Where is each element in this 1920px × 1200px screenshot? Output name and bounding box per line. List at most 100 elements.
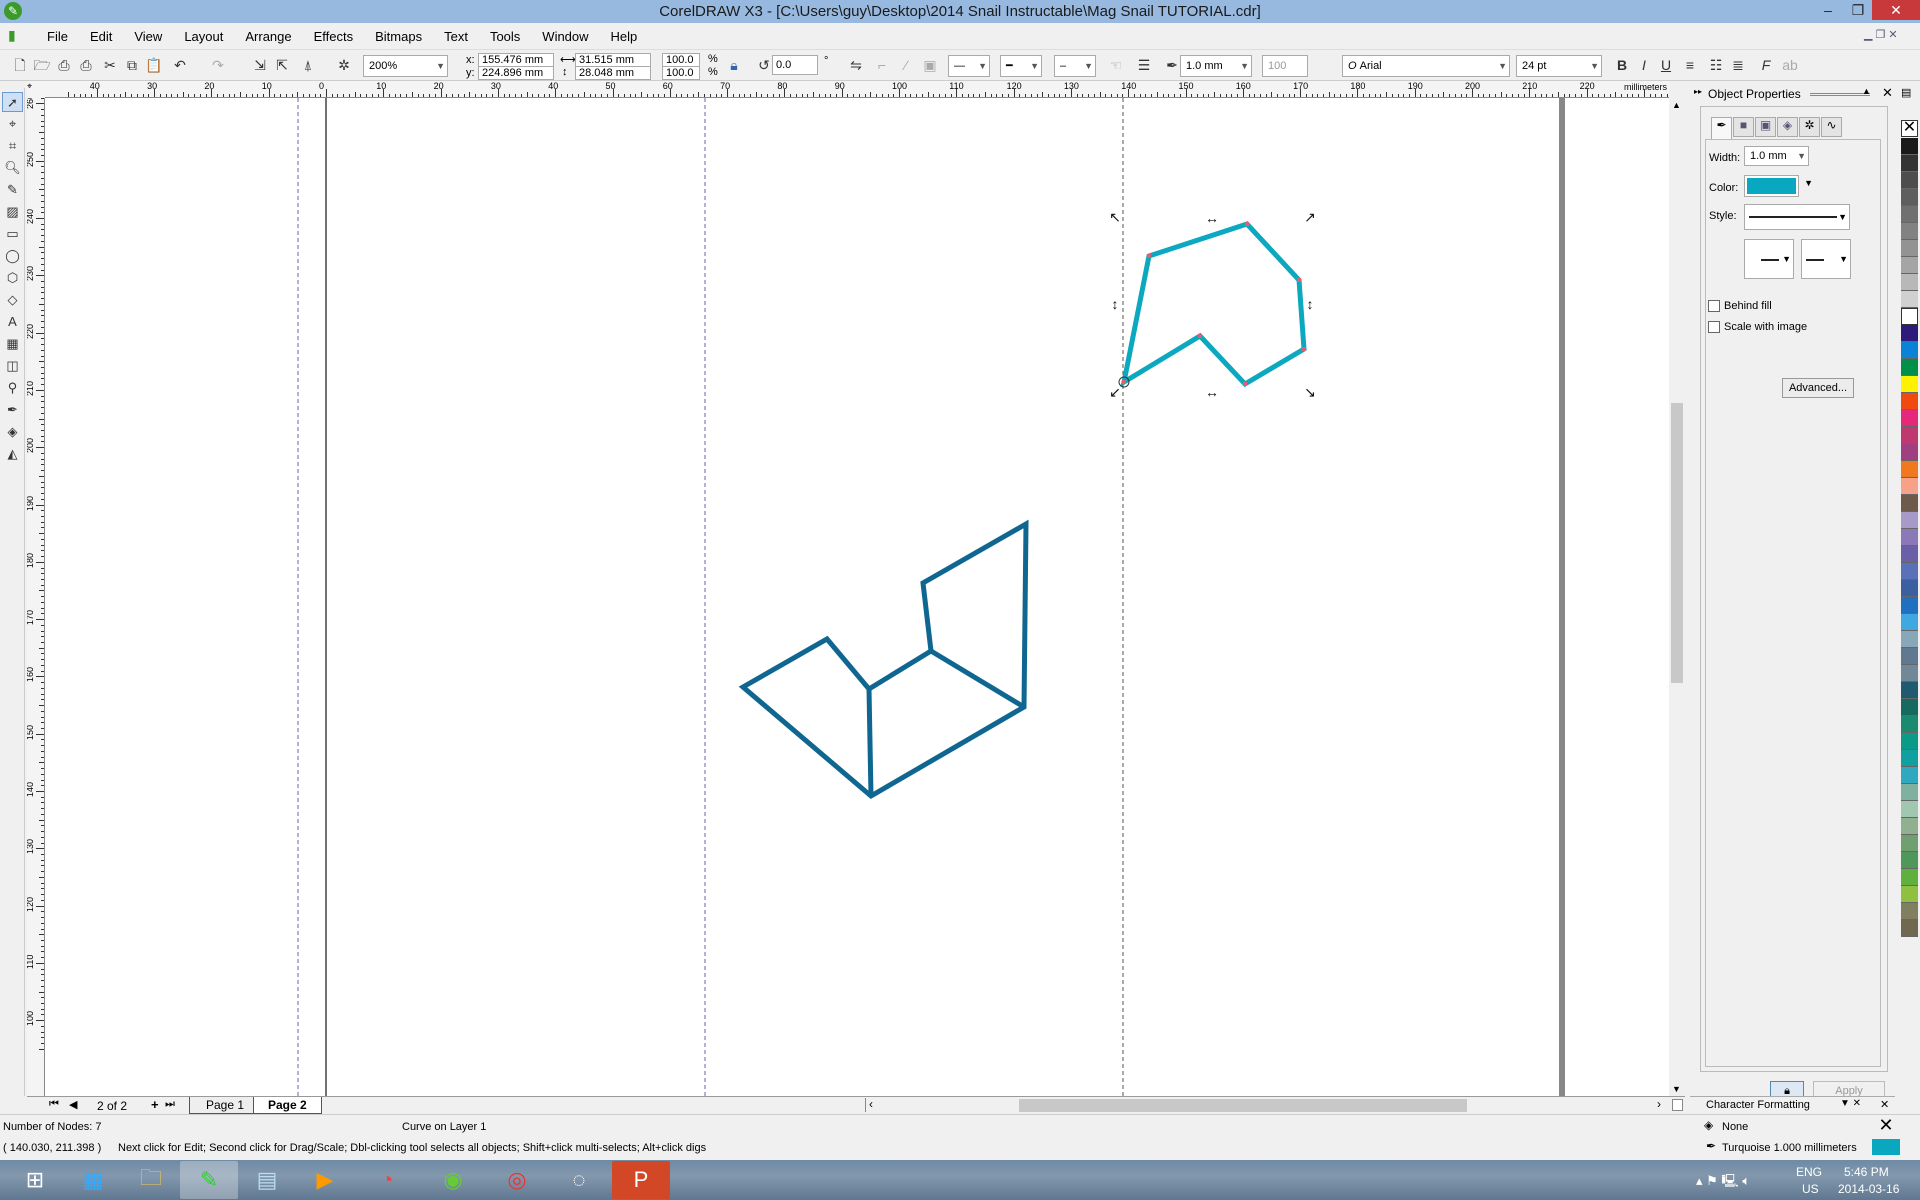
color-swatch[interactable] [1901,410,1918,427]
lock-ratio-icon[interactable]: 🔒︎ [724,55,744,75]
color-swatch[interactable] [1901,206,1918,223]
app-icon[interactable]: ◌ [550,1161,608,1199]
end-arrow-dropdown[interactable]: ▼ [1801,239,1851,279]
rectangle-tool-icon[interactable]: ▭ [2,224,23,244]
underline-button[interactable]: U [1656,55,1676,75]
doc-window-controls[interactable]: ▁ ❐ ✕ [1864,28,1898,41]
freehand-tool-icon[interactable]: ✎ [2,180,23,200]
menu-arrange[interactable]: Arrange [234,29,302,44]
color-swatch[interactable] [1901,495,1918,512]
welcome-screen-icon[interactable]: ✲ [334,55,354,75]
color-swatch[interactable] [1901,308,1918,325]
color-swatch[interactable] [1901,580,1918,597]
basic-shapes-tool-icon[interactable]: ◇ [2,290,23,310]
no-fill-swatch[interactable]: ✕ [1872,1116,1900,1134]
dark-blue-curve-segment[interactable] [929,648,1026,710]
menu-bitmaps[interactable]: Bitmaps [364,29,433,44]
file-explorer-icon[interactable]: 🗀 [122,1161,180,1199]
scale-x-input[interactable]: 100.0 [662,53,700,67]
color-swatch[interactable] [1901,886,1918,903]
character-format-icon[interactable]: F [1756,55,1776,75]
color-swatch[interactable] [1901,427,1918,444]
convert-line-icon[interactable]: ⁄ [896,55,916,75]
powerpoint-icon[interactable]: P [612,1161,670,1199]
start-screen-icon[interactable]: ▦ [64,1161,122,1199]
scale-y-input[interactable]: 100.0 [662,66,700,80]
menu-text[interactable]: Text [433,29,479,44]
color-swatch[interactable] [1901,835,1918,852]
tray-icons[interactable]: ▴ ⚑ 🖳 🔈︎ [1696,1172,1750,1194]
menu-view[interactable]: View [123,29,173,44]
color-swatch[interactable] [1901,631,1918,648]
vertical-scrollbar[interactable]: ▲ ▼ [1669,98,1685,1096]
color-swatch[interactable] [1901,614,1918,631]
color-swatch[interactable] [1901,529,1918,546]
color-swatch[interactable] [1901,478,1918,495]
color-swatch[interactable] [1901,393,1918,410]
menu-tools[interactable]: Tools [479,29,531,44]
table-tool-icon[interactable]: ▦ [2,334,23,354]
color-swatch[interactable] [1901,750,1918,767]
curve-node[interactable] [1302,347,1306,351]
color-swatch[interactable] [1901,189,1918,206]
scroll-up-icon[interactable]: ▲ [1672,100,1681,110]
page-tab-1[interactable]: Page 1 [189,1097,262,1114]
color-swatch[interactable] [1901,699,1918,716]
crop-tool-icon[interactable]: ⌗ [2,136,23,156]
rotate-skew-handle[interactable]: ↙ [1109,384,1121,400]
italic-button[interactable]: I [1634,55,1654,75]
color-swatch[interactable] [1901,291,1918,308]
ruler-origin[interactable]: ⌖ [27,81,45,98]
pick-tool-icon[interactable]: ➚ [2,92,23,112]
color-swatch[interactable] [1901,682,1918,699]
color-swatch[interactable] [1901,784,1918,801]
page-tab-2[interactable]: Page 2 [253,1097,322,1114]
color-swatch[interactable] [1901,852,1918,869]
bold-button[interactable]: B [1612,55,1632,75]
transparency-input[interactable]: 100 [1262,55,1308,77]
scroll-left-icon[interactable]: ‹ [869,1097,873,1111]
internet-tab-icon[interactable]: ✲ [1799,117,1820,137]
eyedropper-tool-icon[interactable]: ⚲ [2,378,23,398]
color-swatch[interactable] [1901,257,1918,274]
drawing-canvas[interactable]: ↖ ↗ ↙ ↘ ↔ ↔ ↕ ↕ [45,98,1669,1096]
curve-node[interactable] [1198,334,1202,338]
outline-style-select[interactable]: ━ ▼ [1000,55,1042,77]
size-tab-icon[interactable]: ■ [1733,117,1754,137]
color-swatch[interactable] [1901,665,1918,682]
redo-icon[interactable]: ↷ [208,55,228,75]
color-swatch[interactable] [1901,461,1918,478]
curve-node[interactable] [1147,254,1151,258]
outline-width-dropdown[interactable]: 1.0 mm ▼ [1744,146,1809,166]
start-arrow-select[interactable]: — ▼ [948,55,990,77]
outline-color-picker[interactable]: ▼ [1744,175,1813,197]
outline-tab-icon[interactable]: ✒ [1711,117,1732,139]
color-swatch[interactable] [1901,376,1918,393]
curve-node[interactable] [1122,380,1126,384]
export-icon[interactable]: ⇱ [272,55,292,75]
color-swatch[interactable] [1901,444,1918,461]
palette-menu-icon[interactable]: ▤ [1901,86,1911,99]
start-button-icon[interactable]: ⊞ [6,1161,64,1199]
color-swatch[interactable] [1901,767,1918,784]
shape-tool-icon[interactable]: ⌖ [2,114,23,134]
start-arrow-dropdown[interactable]: ▼ [1744,239,1794,279]
calculator-icon[interactable]: ▤ [238,1161,296,1199]
color-swatch[interactable] [1901,240,1918,257]
bullet-list-icon[interactable]: ☷ [1706,55,1726,75]
rotation-angle-input[interactable]: 0.0 [772,55,818,75]
color-swatch[interactable] [1901,903,1918,920]
color-swatch[interactable] [1901,512,1918,529]
application-launcher-icon[interactable]: ⍋ [298,55,318,75]
color-swatch[interactable] [1901,342,1918,359]
break-apart-icon[interactable]: ⌐ [872,55,892,75]
outline-width-select[interactable]: 1.0 mm ▼ [1180,55,1252,77]
paste-icon[interactable]: 📋 [144,55,164,75]
picasa-icon[interactable]: ◔ [358,1161,416,1199]
edit-text-icon[interactable]: ab [1780,55,1800,75]
prev-page-icon[interactable]: ◀ [69,1098,77,1111]
color-swatch[interactable] [1901,869,1918,886]
curve-node[interactable] [1243,382,1247,386]
curve-node[interactable] [1297,278,1301,282]
selected-turquoise-curve[interactable] [1120,221,1307,388]
